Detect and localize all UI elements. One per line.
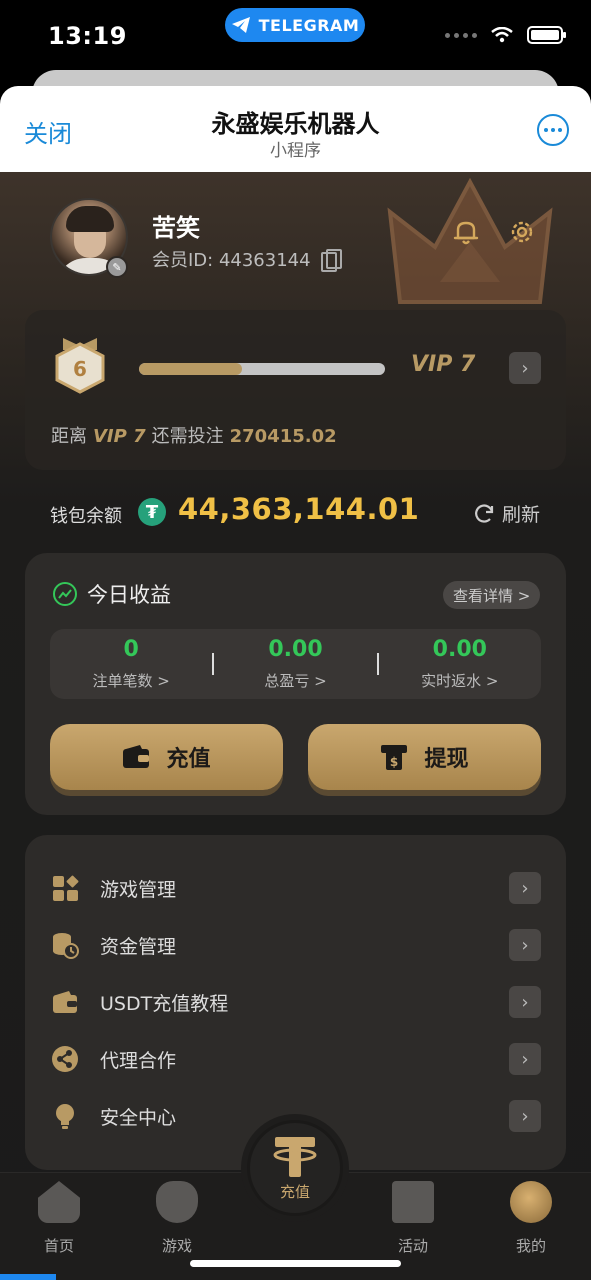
lightbulb-icon — [56, 1104, 74, 1129]
vip-details-button[interactable]: › — [509, 352, 541, 384]
stat-value: 0.00 — [268, 637, 323, 662]
main-content: ✎ 苦笑 会员ID: 44363144 6 VIP 7 › 距离 VIP 7 还… — [0, 172, 591, 1280]
vip-level-badge: 6 — [55, 338, 105, 394]
share-icon — [52, 1046, 78, 1072]
home-indicator — [190, 1260, 401, 1267]
vip-info-middle: 还需投注 — [151, 426, 224, 447]
nav-home[interactable]: 首页 — [14, 1181, 104, 1256]
wallet-label: 钱包余额 — [50, 506, 122, 527]
stat-label: 实时返水 > — [421, 672, 499, 690]
home-icon — [38, 1181, 80, 1223]
svg-text:6: 6 — [73, 357, 87, 381]
edit-avatar-icon[interactable]: ✎ — [106, 256, 128, 278]
more-options-button[interactable] — [537, 114, 569, 146]
menu-item-fund-management[interactable]: 资金管理 › — [25, 917, 566, 973]
withdraw-label: 提现 — [424, 747, 469, 772]
recharge-button[interactable]: 充值 — [50, 724, 283, 790]
chevron-right-icon: › — [509, 1043, 541, 1075]
member-id-row: 会员ID: 44363144 — [152, 246, 342, 272]
gear-icon[interactable] — [508, 218, 536, 246]
refresh-label: 刷新 — [502, 504, 541, 526]
menu-item-label: USDT充值教程 — [100, 992, 229, 1015]
stat-rebate[interactable]: 0.00 实时返水 > — [379, 637, 541, 691]
coins-clock-icon — [53, 933, 79, 959]
member-id: 会员ID: 44363144 — [152, 250, 311, 271]
menu-item-agency[interactable]: 代理合作 › — [25, 1031, 566, 1087]
center-recharge-label: 充值 — [279, 1182, 310, 1201]
vip-info-level: VIP 7 — [93, 426, 146, 447]
chevron-right-icon: › — [509, 986, 541, 1018]
username: 苦笑 — [152, 214, 200, 242]
center-recharge-button[interactable]: 充值 — [247, 1120, 343, 1216]
copy-icon[interactable] — [320, 249, 342, 272]
menu-item-label: 游戏管理 — [100, 878, 177, 901]
telegram-pill[interactable]: TELEGRAM — [225, 8, 365, 42]
menu-item-label: 代理合作 — [100, 1049, 177, 1072]
wallet-icon — [53, 991, 77, 1013]
menu-item-game-management[interactable]: 游戏管理 › — [25, 860, 566, 916]
left-accent-bar — [0, 1274, 56, 1280]
vip-progress-bar — [139, 363, 385, 375]
vip-info-prefix: 距离 — [51, 426, 87, 447]
grid-icon — [53, 875, 79, 901]
stat-bet-count[interactable]: 0 注单笔数 > — [50, 637, 212, 691]
app-header: 关闭 永盛娱乐机器人 小程序 — [0, 86, 591, 172]
refresh-button[interactable]: 刷新 — [472, 500, 540, 527]
vip-card: 6 VIP 7 › 距离 VIP 7 还需投注 270415.02 — [25, 310, 566, 470]
app-title: 永盛娱乐机器人 — [211, 110, 380, 138]
nav-events-label: 活动 — [397, 1237, 428, 1255]
stat-value: 0.00 — [432, 637, 487, 662]
refresh-icon — [475, 503, 494, 523]
stat-total-pnl[interactable]: 0.00 总盈亏 > — [214, 637, 376, 691]
earnings-title-text: 今日收益 — [87, 583, 171, 607]
chevron-right-icon: › — [509, 929, 541, 961]
earnings-stats: 0 注单笔数 > 0.00 总盈亏 > 0.00 实时返水 > — [50, 629, 541, 699]
vip-progress-fill — [139, 363, 243, 375]
nav-mine[interactable]: 我的 — [486, 1181, 576, 1256]
status-bar: 13:19 TELEGRAM — [0, 0, 591, 72]
app-subtitle: 小程序 — [270, 141, 321, 161]
usdt-icon: ₮ — [138, 498, 166, 526]
trend-icon — [53, 582, 77, 606]
menu-item-label: 安全中心 — [100, 1106, 177, 1129]
wifi-icon — [491, 27, 513, 43]
nav-games[interactable]: 游戏 — [132, 1181, 222, 1256]
view-details-button[interactable]: 查看详情 > — [443, 581, 541, 609]
stat-value: 0 — [123, 637, 139, 662]
earnings-title: 今日收益 — [53, 579, 171, 609]
chevron-right-icon: › — [509, 872, 541, 904]
wallet-icon — [123, 745, 150, 768]
stat-label: 注单笔数 > — [92, 672, 170, 690]
svg-text:$: $ — [390, 755, 398, 769]
withdraw-button[interactable]: $ 提现 — [308, 724, 541, 790]
wallet-balance: 44,363,144.01 — [178, 492, 420, 526]
menu-item-label: 资金管理 — [100, 935, 177, 958]
telegram-icon — [231, 17, 250, 33]
profile-icon — [510, 1181, 552, 1223]
atm-icon: $ — [381, 745, 408, 770]
gamepad-icon — [156, 1181, 198, 1223]
status-icons — [445, 26, 566, 44]
nav-home-label: 首页 — [43, 1237, 74, 1255]
nav-events[interactable]: 活动 — [368, 1181, 458, 1256]
gift-icon — [392, 1181, 434, 1223]
recharge-label: 充值 — [166, 747, 211, 772]
nav-games-label: 游戏 — [161, 1237, 192, 1255]
stat-label: 总盈亏 > — [264, 672, 327, 690]
earnings-card: 今日收益 查看详情 > 0 注单笔数 > 0.00 总盈亏 > 0.00 实时返… — [25, 553, 566, 815]
chevron-right-icon: › — [509, 1100, 541, 1132]
signal-icon — [445, 32, 477, 38]
menu-item-usdt-tutorial[interactable]: USDT充值教程 › — [25, 974, 566, 1030]
vip-requirement-text: 距离 VIP 7 还需投注 270415.02 — [51, 422, 337, 448]
vip-info-amount: 270415.02 — [229, 426, 337, 447]
status-time: 13:19 — [48, 22, 127, 50]
nav-mine-label: 我的 — [515, 1237, 546, 1255]
bell-icon[interactable] — [452, 218, 480, 246]
telegram-label: TELEGRAM — [258, 15, 360, 35]
tether-icon — [273, 1136, 317, 1177]
next-vip-label: VIP 7 — [411, 352, 476, 377]
battery-icon — [527, 26, 566, 44]
